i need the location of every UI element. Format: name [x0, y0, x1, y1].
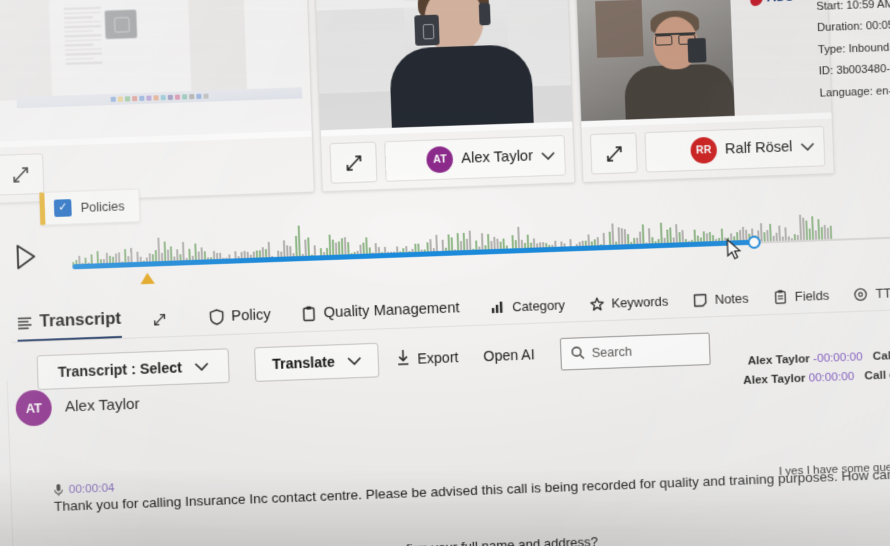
event-marker-icon[interactable]: [140, 272, 155, 285]
event-who: Alex Taylor: [747, 352, 811, 368]
tab-expand[interactable]: [151, 307, 174, 336]
download-icon: [396, 349, 411, 370]
checkbox-checked-icon[interactable]: ✓: [53, 199, 72, 218]
note-icon: [692, 292, 708, 308]
alex-taylor-video: [315, 0, 573, 131]
tab-label: Keywords: [611, 293, 669, 311]
chevron-down-icon: [194, 358, 209, 375]
metadata-duration: Duration: 00:05:20: [816, 18, 890, 35]
video-tile-alex-taylor[interactable]: AT Alex Taylor: [314, 0, 576, 193]
tab-notes[interactable]: Notes: [692, 287, 749, 317]
sparkle-icon: [589, 296, 605, 312]
expand-icon[interactable]: [329, 141, 378, 184]
call-events-list: Alex Taylor -00:00:00 Call started Alex …: [742, 344, 890, 390]
utterance-text: urity purposes, could you please confirm…: [191, 534, 599, 546]
event-time: -00:00:00: [812, 350, 863, 366]
waveform-bars: [71, 202, 890, 267]
metadata-language: Language: en-US: [819, 84, 890, 100]
policies-chip[interactable]: ✓ Policies: [39, 188, 141, 226]
tab-label: Fields: [794, 287, 830, 305]
tab-keywords[interactable]: Keywords: [589, 289, 669, 320]
search-input[interactable]: Search: [559, 332, 711, 371]
clipboard-icon: [301, 305, 317, 322]
speaker-name: Alex Taylor: [64, 395, 140, 416]
playhead-handle[interactable]: [747, 235, 761, 250]
headset-mic: [414, 14, 440, 46]
tab-label: Notes: [714, 290, 749, 307]
event-time: 00:00:00: [808, 369, 855, 385]
search-placeholder: Search: [591, 344, 633, 361]
headset-mic: [687, 37, 707, 63]
tab-ttl[interactable]: TTL: [853, 281, 890, 311]
ralf-roesel-video: ASC THE VOICE OF COMMUNICATIONS: [575, 0, 832, 122]
participant-name-pill-ralf-roesel[interactable]: RR Ralf Rösel: [644, 125, 826, 173]
call-metadata-panel: Date: 10/21/2024 Start: 10:59 AM Duratio…: [815, 0, 890, 105]
chevron-down-icon: [346, 353, 362, 370]
tab-policy[interactable]: Policy: [208, 303, 271, 335]
transcript-select-label: Transcript : Select: [57, 359, 183, 381]
avatar: AT: [15, 389, 53, 427]
participant-name-pill-alex-taylor[interactable]: AT Alex Taylor: [384, 134, 567, 182]
tab-label: TTL: [875, 285, 890, 302]
screenshare-video: [0, 0, 312, 142]
video-tile-screenshare[interactable]: [0, 0, 315, 205]
participant-name: Ralf Rösel: [724, 139, 793, 158]
alex-taylor-tile-bar: AT Alex Taylor: [320, 127, 575, 192]
metadata-type: Type: Inbound: [817, 41, 890, 56]
translate-label: Translate: [271, 353, 336, 373]
waveform[interactable]: [71, 202, 890, 285]
export-button[interactable]: Export: [395, 340, 459, 377]
utterance-time: 00:00:04: [68, 481, 115, 496]
tab-fields[interactable]: Fields: [772, 284, 830, 314]
ralf-roesel-tile-bar: RR Ralf Rösel: [581, 118, 834, 182]
tab-label: Quality Management: [323, 300, 460, 322]
mouse-cursor: [726, 238, 743, 261]
export-label: Export: [417, 348, 459, 367]
video-tile-strip: AT Alex Taylor A: [0, 0, 890, 205]
transcript-speaker: AT Alex Taylor: [15, 386, 140, 427]
blur-overlay: [0, 0, 312, 142]
bar-chart-icon: [490, 299, 506, 315]
screenshot-photo: AT Alex Taylor A: [0, 0, 890, 546]
avatar: AT: [426, 145, 454, 174]
application-screen: AT Alex Taylor A: [0, 0, 890, 546]
microphone-icon: [53, 483, 64, 497]
event-action: Call changed: [864, 367, 890, 383]
play-button[interactable]: [14, 243, 37, 270]
tab-label: Transcript: [39, 309, 122, 331]
tab-transcript[interactable]: Transcript: [16, 305, 122, 342]
participant-name: Alex Taylor: [461, 148, 534, 167]
policies-row: ✓ Policies: [39, 188, 141, 226]
event-who: Alex Taylor: [742, 371, 806, 388]
chevron-down-icon[interactable]: [800, 140, 815, 154]
event-action: Call started: [872, 347, 890, 363]
tab-label: Category: [512, 297, 566, 315]
policies-label: Policies: [80, 198, 125, 215]
translate-dropdown[interactable]: Translate: [254, 342, 380, 382]
open-ai-button[interactable]: Open AI: [483, 337, 536, 373]
transcript-left-rail: [6, 380, 14, 546]
transcript-utterance-agent: 00:00:04 Thank you for calling Insurance…: [53, 447, 890, 514]
transcript-select-dropdown[interactable]: Transcript : Select: [36, 348, 230, 391]
transcript-lines-icon: [17, 315, 33, 331]
transcript-utterance-agent-2: urity purposes, could you please confirm…: [191, 534, 599, 546]
shield-icon: [208, 308, 225, 325]
expand-icon[interactable]: [0, 153, 45, 196]
expand-icon[interactable]: [589, 132, 638, 175]
tab-category[interactable]: Category: [490, 293, 566, 324]
open-ai-label: Open AI: [483, 346, 535, 365]
search-icon: [570, 345, 585, 363]
video-tile-ralf-roesel[interactable]: ASC THE VOICE OF COMMUNICATIONS: [574, 0, 835, 183]
avatar: RR: [690, 136, 718, 164]
clock-icon: [853, 286, 869, 302]
expand-arrows-icon: [152, 312, 168, 328]
clipboard-fields-icon: [772, 289, 788, 305]
tab-label: Policy: [231, 307, 271, 325]
chevron-down-icon[interactable]: [541, 149, 556, 163]
metadata-id: ID: 3b003480-4f46-4517-8: [818, 60, 890, 78]
